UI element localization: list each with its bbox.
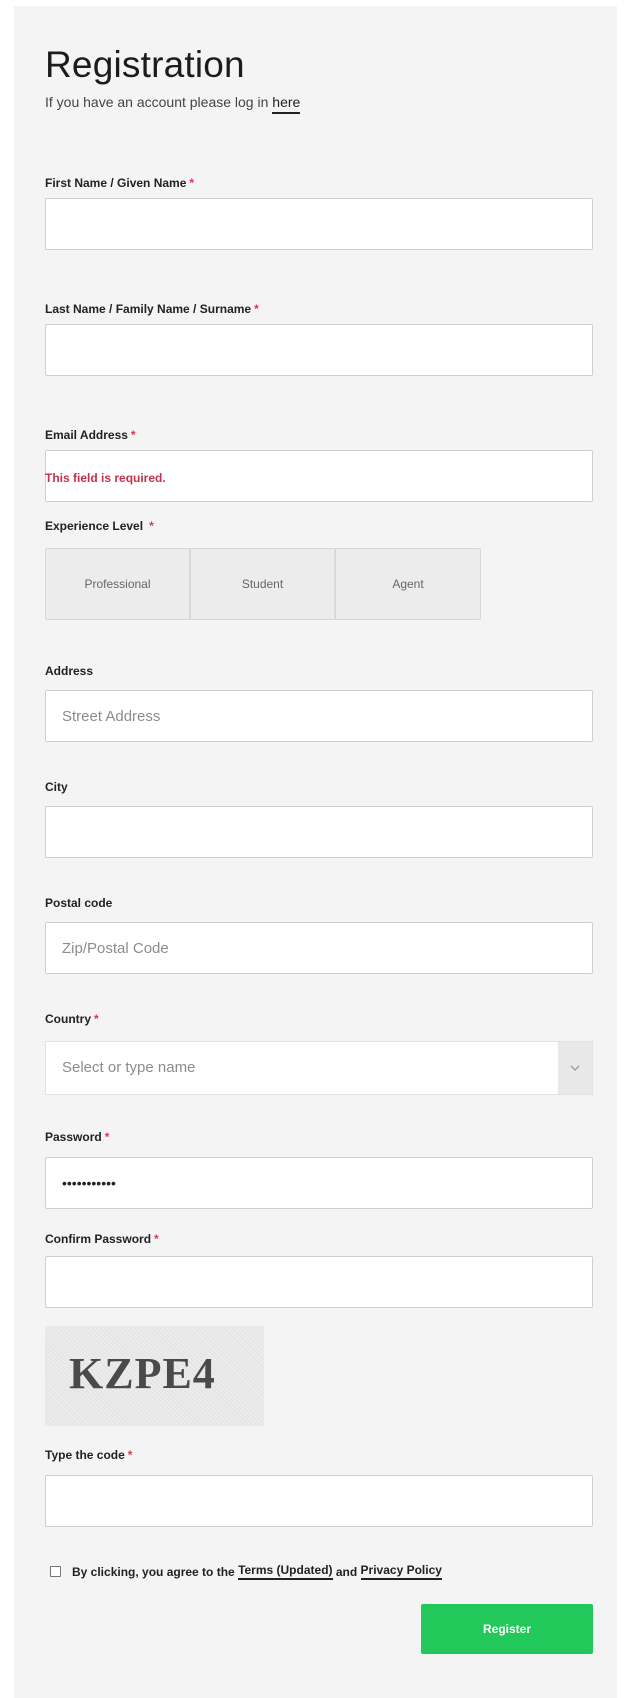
terms-checkbox[interactable] xyxy=(50,1566,61,1577)
email-error-message: This field is required. xyxy=(45,471,166,485)
country-label: Country * xyxy=(45,1012,99,1026)
captcha-code-label: Type the code * xyxy=(45,1448,133,1462)
required-marker: * xyxy=(149,519,154,533)
terms-link[interactable]: Terms (Updated) xyxy=(238,1563,333,1580)
page-title: Registration xyxy=(45,44,245,85)
required-marker: * xyxy=(94,1012,99,1026)
captcha-image: KZPE4 xyxy=(45,1326,264,1426)
password-label: Password * xyxy=(45,1130,110,1144)
captcha-text: KZPE4 xyxy=(69,1349,216,1398)
experience-option-student[interactable]: Student xyxy=(191,549,336,619)
last-name-field[interactable] xyxy=(45,324,593,376)
captcha-code-field[interactable] xyxy=(45,1475,593,1527)
register-button[interactable]: Register xyxy=(421,1604,593,1654)
address-field[interactable] xyxy=(45,690,593,742)
chevron-down-icon[interactable] xyxy=(558,1042,592,1094)
terms-agreement: By clicking, you agree to the Terms (Upd… xyxy=(50,1563,442,1580)
experience-option-agent[interactable]: Agent xyxy=(336,549,480,619)
last-name-label: Last Name / Family Name / Surname * xyxy=(45,302,259,316)
email-label: Email Address * xyxy=(45,428,136,442)
first-name-field[interactable] xyxy=(45,198,593,250)
experience-level-selector: Professional Student Agent xyxy=(45,548,481,620)
postal-code-label: Postal code xyxy=(45,896,113,910)
terms-prefix: By clicking, you agree to the xyxy=(72,1564,235,1579)
privacy-policy-link[interactable]: Privacy Policy xyxy=(360,1563,442,1580)
password-field[interactable] xyxy=(45,1157,593,1209)
required-marker: * xyxy=(154,1232,159,1246)
confirm-password-label: Confirm Password * xyxy=(45,1232,159,1246)
first-name-label: First Name / Given Name * xyxy=(45,176,195,190)
confirm-password-field[interactable] xyxy=(45,1256,593,1308)
address-label: Address xyxy=(45,664,94,678)
login-prompt-text: If you have an account please log in xyxy=(45,94,269,110)
country-select-placeholder: Select or type name xyxy=(62,1059,196,1076)
terms-and: and xyxy=(335,1564,358,1579)
experience-label: Experience Level * xyxy=(45,519,154,533)
city-label: City xyxy=(45,780,68,794)
required-marker: * xyxy=(254,302,259,316)
postal-code-field[interactable] xyxy=(45,922,593,974)
required-marker: * xyxy=(104,1130,110,1144)
login-prompt: If you have an account please log in her… xyxy=(45,94,301,114)
required-marker: * xyxy=(189,176,195,190)
required-marker: * xyxy=(130,428,136,442)
required-marker: * xyxy=(127,1448,133,1462)
experience-option-professional[interactable]: Professional xyxy=(46,549,191,619)
login-link[interactable]: here xyxy=(272,94,301,114)
country-select[interactable]: Select or type name xyxy=(45,1041,593,1095)
city-field[interactable] xyxy=(45,806,593,858)
